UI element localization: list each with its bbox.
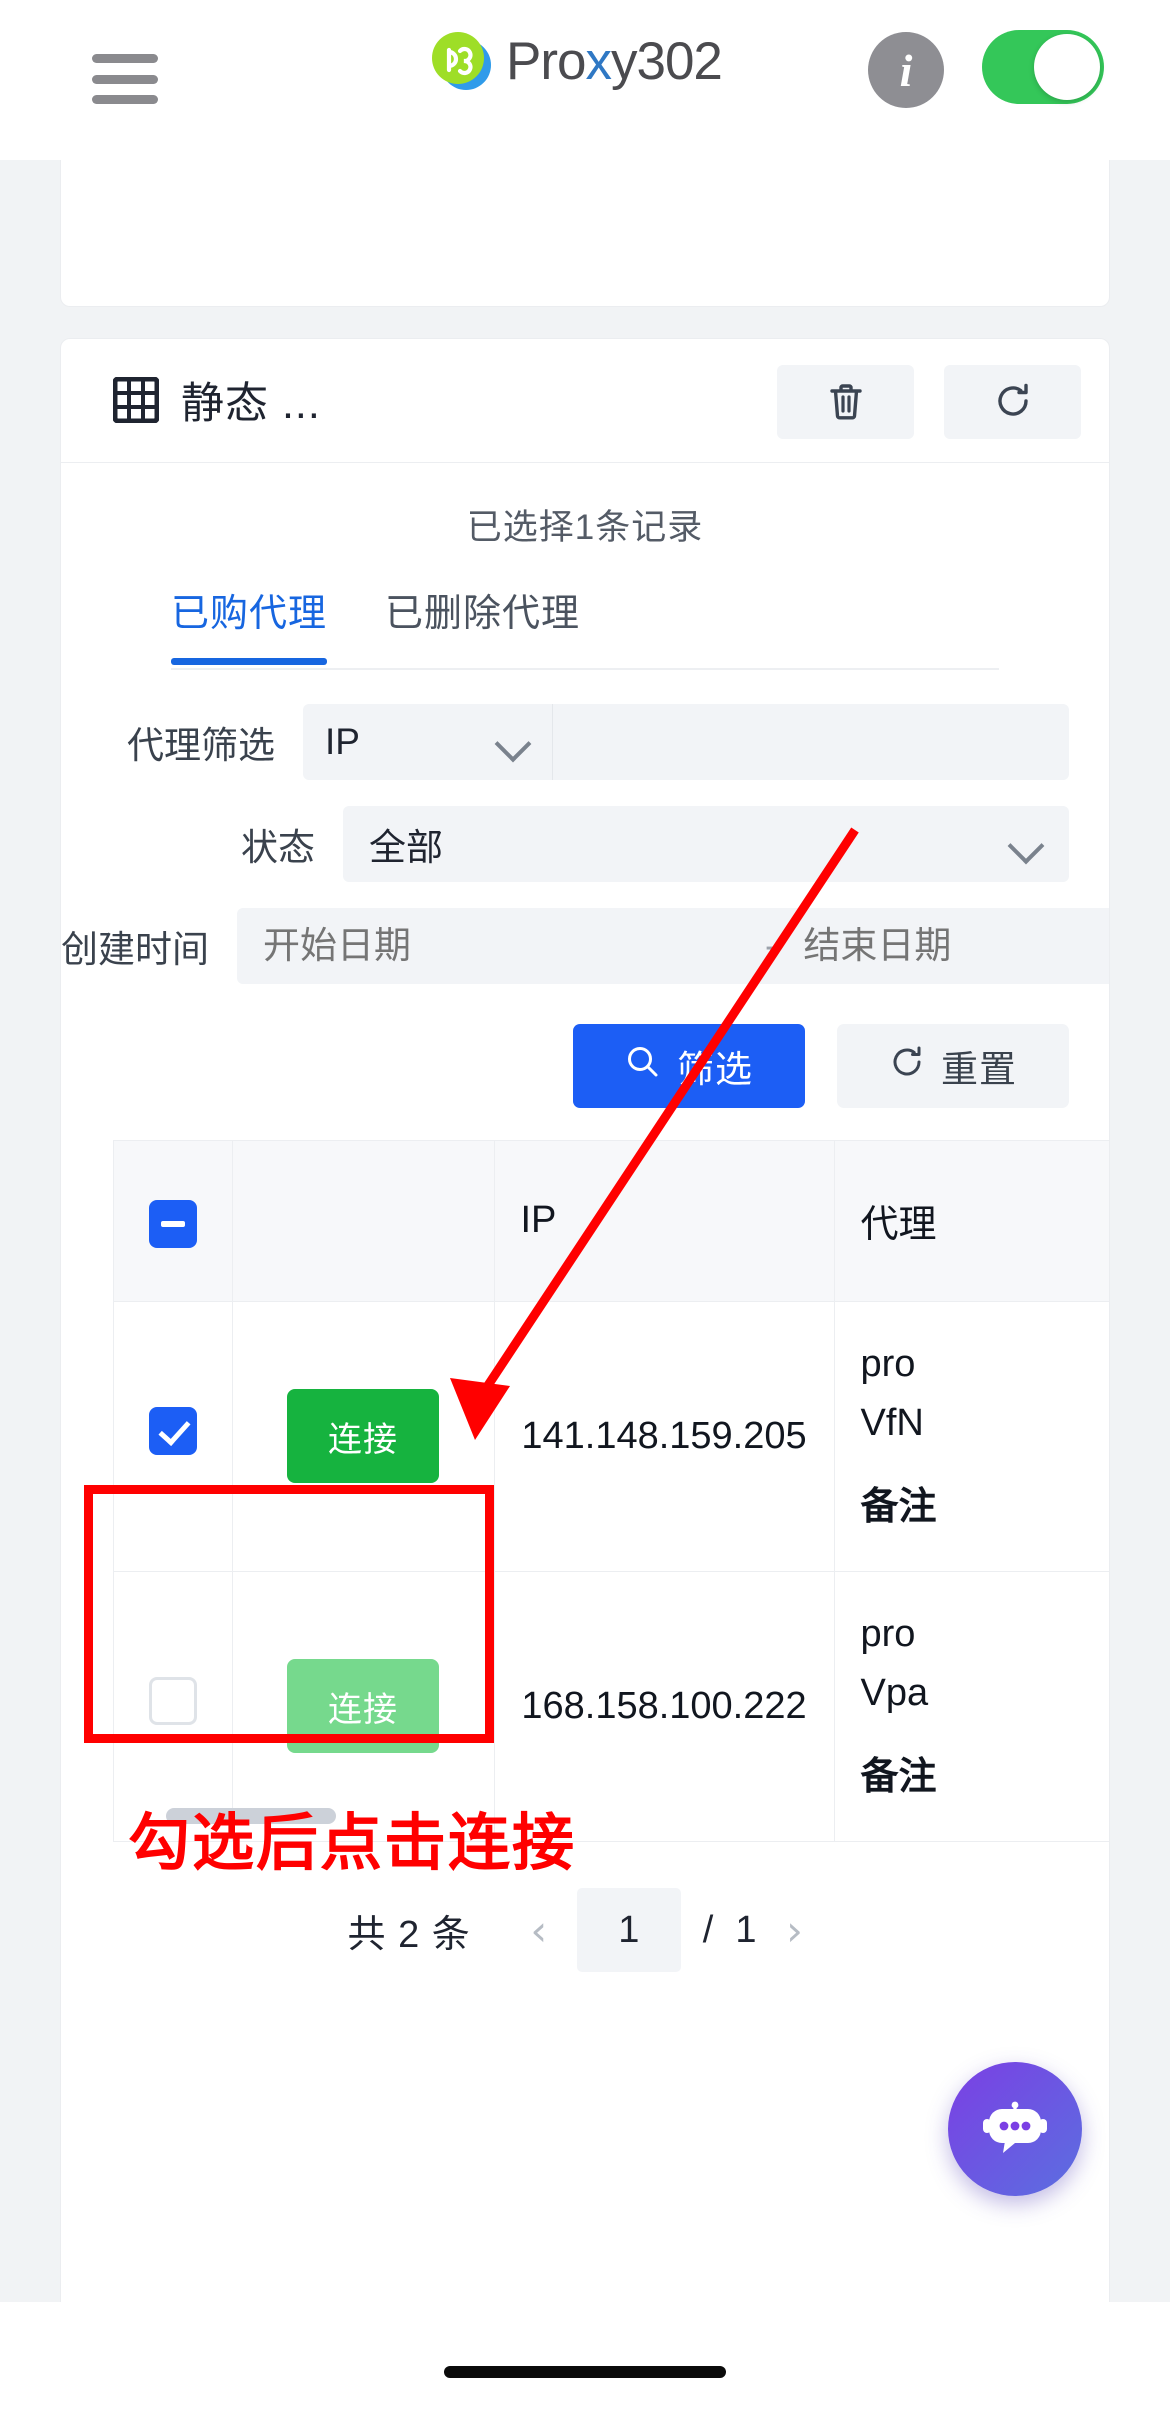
proxy-table-scroll[interactable]: IP 代理 连接 141.148.159.205 pro VfN 备注 连接 1… — [113, 1140, 1110, 1842]
filter-submit-button[interactable]: 筛选 — [573, 1024, 805, 1108]
power-toggle[interactable] — [982, 30, 1104, 104]
filter-row-created-time: 创建时间 - — [61, 908, 1109, 984]
pagination-total-pages: 1 — [735, 1908, 757, 1951]
row-select-cell — [114, 1301, 233, 1572]
proxy-filter-type-value: IP — [325, 721, 360, 762]
app-header: Proxy302 i — [0, 0, 1170, 160]
brand-name: Proxy302 — [506, 31, 723, 91]
created-time-range[interactable]: - — [237, 908, 1109, 984]
row-action-cell: 连接 — [232, 1301, 495, 1572]
select-all-checkbox[interactable] — [148, 1199, 197, 1248]
row-info-spacer — [861, 1722, 1110, 1748]
row-select-cell — [114, 1571, 233, 1842]
proxy-filter-label: 代理筛选 — [127, 725, 275, 766]
card-title: 静态 ... — [181, 380, 321, 428]
row-info-cell: pro Vpa 备注 — [834, 1571, 1110, 1842]
date-range-separator: - — [765, 925, 778, 966]
proxy-filter-input[interactable] — [553, 704, 1069, 780]
hamburger-line — [92, 95, 158, 104]
filter-actions: 筛选 重置 — [61, 1010, 1109, 1108]
filter-reset-label: 重置 — [941, 1049, 1017, 1090]
hamburger-line — [92, 54, 158, 63]
delete-button[interactable] — [777, 365, 914, 439]
proxy-filter-type-select[interactable]: IP — [303, 704, 553, 780]
th-proxy-info: 代理 — [834, 1141, 1109, 1302]
card-header-actions — [777, 365, 1081, 439]
chat-support-button[interactable] — [948, 2062, 1082, 2196]
row-info-line2: VfN — [860, 1401, 924, 1444]
start-date-input[interactable] — [263, 925, 739, 967]
pagination-total: 共 2 条 — [347, 1913, 471, 1956]
filter-form: 代理筛选 IP 状态 全部 创建时间 开始日期 - 结束日期 筛选 重置 — [61, 670, 1109, 1108]
table-header-row: IP 代理 — [114, 1141, 1109, 1302]
hamburger-menu-icon[interactable] — [92, 48, 158, 110]
refresh-button[interactable] — [944, 365, 1081, 439]
bottom-safe-area — [0, 2302, 1170, 2412]
info-icon[interactable]: i — [868, 32, 944, 108]
chevron-right-icon[interactable]: › — [766, 1899, 822, 1961]
brand-logo[interactable]: Proxy302 — [430, 30, 723, 92]
row-info-cell: pro VfN 备注 — [834, 1301, 1110, 1572]
table-row: 连接 168.158.100.222 pro Vpa 备注 — [114, 1571, 1110, 1842]
row-info-line3: 备注 — [860, 1486, 937, 1529]
connect-button[interactable]: 连接 — [287, 1659, 439, 1753]
tab-purchased-proxies[interactable]: 已购代理 — [171, 582, 328, 665]
proxy302-logo-icon — [430, 30, 492, 92]
filter-reset-button[interactable]: 重置 — [837, 1024, 1069, 1108]
th-select-all — [114, 1141, 233, 1302]
row-info-line1: pro — [860, 1612, 916, 1655]
static-proxy-card: 静态 ... 已选择1条记录 已购代理 已删除代理 代理筛选 IP 状态 全部 … — [60, 338, 1110, 2412]
grid-table-icon — [112, 376, 160, 424]
info-icon-label: i — [899, 44, 913, 96]
status-filter-label: 状态 — [241, 827, 315, 868]
row-checkbox[interactable] — [148, 1407, 197, 1455]
chevron-left-icon[interactable]: ‹ — [511, 1899, 567, 1961]
connect-button[interactable]: 连接 — [287, 1389, 439, 1483]
chat-bubble-icon — [981, 2093, 1049, 2166]
card-header: 静态 ... — [61, 339, 1109, 463]
proxy-tabs: 已购代理 已删除代理 — [171, 582, 999, 670]
filter-row-proxy: 代理筛选 IP — [61, 704, 1109, 780]
th-action — [232, 1141, 495, 1302]
proxy-table: IP 代理 连接 141.148.159.205 pro VfN 备注 连接 1… — [114, 1141, 1110, 1842]
row-info-line3: 备注 — [860, 1756, 937, 1799]
card-title-group: 静态 ... — [112, 369, 321, 431]
row-info-line1: pro — [860, 1342, 916, 1385]
created-time-label: 创建时间 — [61, 929, 209, 970]
row-info-spacer — [861, 1452, 1110, 1478]
row-ip-cell: 168.158.100.222 — [494, 1571, 835, 1842]
trash-icon — [826, 381, 866, 424]
table-horizontal-scrollbar[interactable] — [166, 1808, 336, 1824]
refresh-icon — [889, 1044, 925, 1089]
search-icon — [625, 1044, 661, 1089]
row-checkbox[interactable] — [148, 1677, 197, 1725]
home-indicator — [444, 2366, 726, 2378]
chevron-down-icon — [496, 725, 530, 759]
row-info-line2: Vpa — [860, 1671, 929, 1714]
status-value: 全部 — [369, 827, 443, 868]
row-ip-cell: 141.148.159.205 — [494, 1301, 835, 1572]
hamburger-line — [92, 74, 158, 84]
status-select[interactable]: 全部 — [343, 806, 1069, 882]
selected-records-note: 已选择1条记录 — [466, 508, 704, 547]
th-ip: IP — [494, 1141, 835, 1302]
row-action-cell: 连接 — [232, 1571, 495, 1842]
pagination-separator: / — [702, 1908, 714, 1951]
pagination-current-page[interactable]: 1 — [576, 1888, 681, 1972]
filter-submit-label: 筛选 — [677, 1049, 753, 1090]
filter-row-status: 状态 全部 — [61, 806, 1109, 882]
pagination: 共 2 条 ‹ 1 / 1 › — [61, 1888, 1109, 1972]
refresh-icon — [993, 381, 1033, 424]
table-row: 连接 141.148.159.205 pro VfN 备注 — [114, 1301, 1110, 1572]
tab-deleted-proxies[interactable]: 已删除代理 — [385, 582, 580, 663]
toggle-knob — [1034, 34, 1100, 100]
app-root: Proxy302 i 生成 — [0, 0, 1170, 2412]
chevron-down-icon — [1009, 827, 1043, 861]
end-date-input[interactable] — [803, 925, 1109, 967]
